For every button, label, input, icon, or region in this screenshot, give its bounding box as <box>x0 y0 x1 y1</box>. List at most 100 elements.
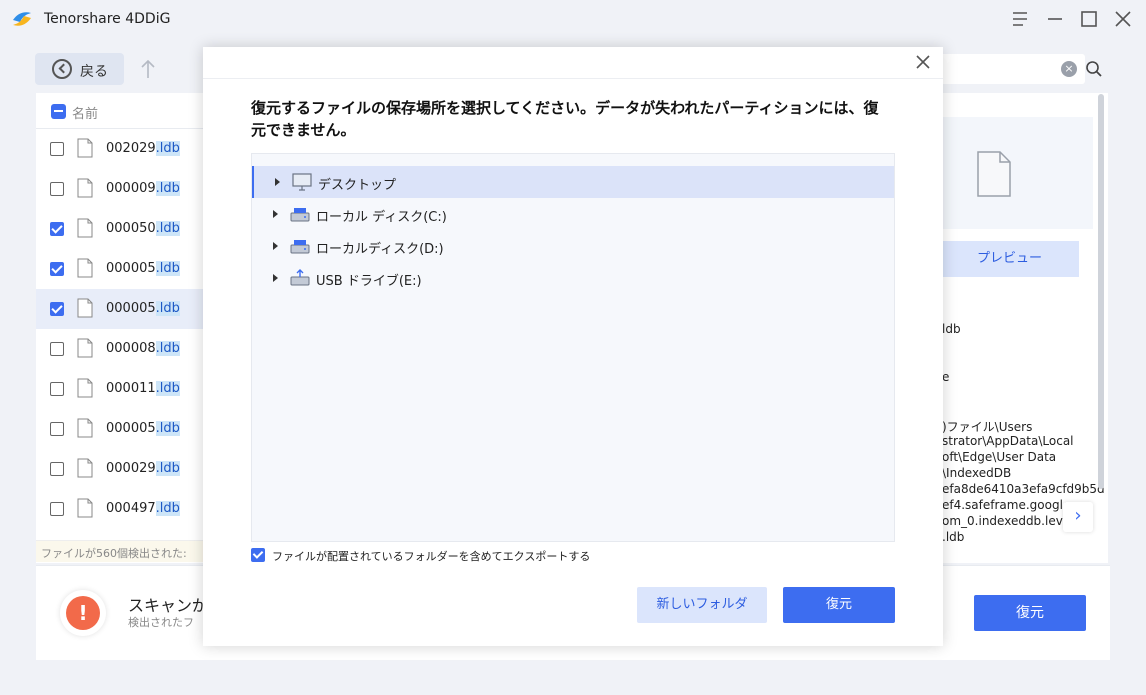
app-logo-icon <box>13 12 31 26</box>
list-header: 名前 <box>36 93 204 129</box>
back-label: 戻る <box>80 64 108 80</box>
row-checkbox[interactable] <box>50 382 64 396</box>
file-info-line: om_0.indexeddb.level <box>942 514 1074 528</box>
file-info-line: e <box>942 370 950 384</box>
row-checkbox[interactable] <box>50 182 64 196</box>
file-icon <box>77 378 93 398</box>
export-folder-checkbox[interactable] <box>251 548 265 562</box>
file-icon <box>77 218 93 238</box>
file-name: 000050.ldb <box>106 221 180 236</box>
row-checkbox[interactable] <box>50 142 64 156</box>
tree-item-label: USB ドライブ(E:) <box>316 274 422 289</box>
file-icon <box>77 338 93 358</box>
menu-icon[interactable] <box>1009 8 1031 30</box>
tree-item[interactable]: ローカル ディスク(C:) <box>252 198 894 230</box>
file-info-line: oft\Edge\User Data <box>942 450 1057 464</box>
file-name: 000008.ldb <box>106 341 180 356</box>
clear-icon[interactable]: × <box>1061 61 1077 77</box>
table-row[interactable]: 002029.ldb <box>36 129 204 169</box>
close-icon[interactable] <box>915 54 931 70</box>
chevron-right-icon[interactable]: › <box>1063 502 1093 532</box>
row-checkbox[interactable] <box>50 422 64 436</box>
table-row[interactable]: 000009.ldb <box>36 169 204 209</box>
preview-area <box>940 117 1093 229</box>
warning-icon: ! <box>60 590 106 636</box>
minimize-icon[interactable] <box>1044 8 1066 30</box>
arrow-up-icon[interactable] <box>138 58 158 80</box>
select-all-checkbox[interactable] <box>51 104 66 119</box>
export-folder-label: ファイルが配置されているフォルダーを含めてエクスポートする <box>272 550 591 563</box>
table-row[interactable]: 000011.ldb <box>36 369 204 409</box>
row-checkbox[interactable] <box>50 222 64 236</box>
file-name: 000011.ldb <box>106 381 180 396</box>
recover-button[interactable]: 復元 <box>974 595 1086 631</box>
scrollbar[interactable] <box>1098 94 1104 489</box>
file-name: 000005.ldb <box>106 261 180 276</box>
table-row[interactable]: 000008.ldb <box>36 329 204 369</box>
desktop-icon <box>292 173 312 191</box>
new-folder-button[interactable]: 新しいフォルダ <box>637 587 767 623</box>
back-button[interactable]: 戻る <box>35 53 124 85</box>
folder-tree: デスクトップローカル ディスク(C:) ローカルディスク(D:) USB ドライブ(… <box>251 153 895 542</box>
file-list: 名前 002029.ldb 000009.ldb 000050.ldb 000005.… <box>36 93 204 563</box>
file-info-line: ldb <box>942 322 961 336</box>
file-info-line: .ldb <box>942 530 965 544</box>
expand-arrow-icon[interactable] <box>273 274 278 282</box>
file-name: 000029.ldb <box>106 461 180 476</box>
drive-icon <box>290 208 310 222</box>
table-row[interactable]: 000497.ldb <box>36 489 204 529</box>
scan-status-title: スキャンが <box>128 596 209 615</box>
file-icon <box>77 298 93 318</box>
table-row[interactable]: 000005.ldb <box>36 409 204 449</box>
expand-arrow-icon[interactable] <box>273 242 278 250</box>
file-info-line: ef4.safeframe.googles <box>942 498 1077 512</box>
row-checkbox[interactable] <box>50 302 64 316</box>
app-title: Tenorshare 4DDiG <box>44 11 171 27</box>
tree-item[interactable]: ローカルディスク(D:) <box>252 230 894 262</box>
table-row[interactable]: 000005.ldb <box>36 289 204 329</box>
dialog-header <box>203 47 943 79</box>
expand-arrow-icon[interactable] <box>273 210 278 218</box>
file-icon <box>77 258 93 278</box>
found-count: ファイルが560個検出された: <box>36 540 204 562</box>
tree-item-label: デスクトップ <box>318 178 397 193</box>
preview-button[interactable]: プレビュー <box>940 241 1079 277</box>
table-row[interactable]: 000050.ldb <box>36 209 204 249</box>
file-name: 002029.ldb <box>106 141 180 156</box>
drive-icon <box>290 240 310 254</box>
file-icon <box>77 178 93 198</box>
usb-drive-icon <box>290 269 310 286</box>
table-row[interactable]: 000005.ldb <box>36 249 204 289</box>
file-name: 000005.ldb <box>106 301 180 316</box>
maximize-icon[interactable] <box>1078 8 1100 30</box>
file-icon <box>77 498 93 518</box>
file-info-line: \IndexedDB <box>942 466 1012 480</box>
file-name: 000005.ldb <box>106 421 180 436</box>
file-info-line: strator\AppData\Local <box>942 434 1074 448</box>
tree-item[interactable]: デスクトップ <box>252 166 894 198</box>
file-info-line: efa8de6410a3efa9cfd9b5d <box>942 482 1105 496</box>
close-window-icon[interactable] <box>1112 8 1134 30</box>
table-row[interactable]: 000029.ldb <box>36 449 204 489</box>
search-icon[interactable] <box>1085 60 1103 78</box>
dialog-title: 復元するファイルの保存場所を選択してください。データが失われたパーティションには… <box>251 99 879 139</box>
dialog-recover-button[interactable]: 復元 <box>783 587 895 623</box>
scan-status-sub: 検出されたフ <box>128 616 194 629</box>
file-icon <box>77 458 93 478</box>
file-preview-icon <box>977 151 1011 197</box>
tree-item-label: ローカル ディスク(C:) <box>316 210 447 225</box>
row-checkbox[interactable] <box>50 342 64 356</box>
file-name: 000497.ldb <box>106 501 180 516</box>
file-icon <box>77 418 93 438</box>
save-location-dialog: 復元するファイルの保存場所を選択してください。データが失われたパーティションには… <box>203 47 943 646</box>
row-checkbox[interactable] <box>50 502 64 516</box>
row-checkbox[interactable] <box>50 462 64 476</box>
file-icon <box>77 138 93 158</box>
name-column-header: 名前 <box>72 107 99 122</box>
row-checkbox[interactable] <box>50 262 64 276</box>
tree-item-label: ローカルディスク(D:) <box>316 242 444 257</box>
file-info-line: )ファイル\Users <box>942 420 1033 434</box>
expand-arrow-icon[interactable] <box>275 178 280 186</box>
tree-item[interactable]: USB ドライブ(E:) <box>252 262 894 294</box>
title-bar: Tenorshare 4DDiG <box>0 0 1146 40</box>
